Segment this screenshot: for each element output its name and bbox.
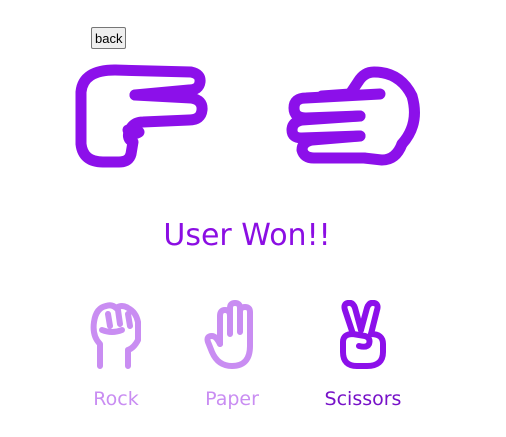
game-screen: back User Won!! Rock Paper Scissors [0,0,506,437]
scissors-choice-button[interactable]: Scissors [315,300,411,410]
paper-label: Paper [205,388,259,410]
back-button[interactable]: back [91,27,127,49]
paper-choice-button[interactable]: Paper [184,300,280,410]
rock-label: Rock [93,388,139,410]
computer-paper-hand-icon [286,66,420,166]
paper-hand-icon [204,300,253,369]
scissors-hand-icon [340,300,386,369]
user-scissors-hand-icon [75,64,208,168]
result-text: User Won!! [163,218,331,253]
rock-hand-icon [90,302,141,369]
rock-choice-button[interactable]: Rock [68,300,164,410]
scissors-label: Scissors [324,388,402,410]
